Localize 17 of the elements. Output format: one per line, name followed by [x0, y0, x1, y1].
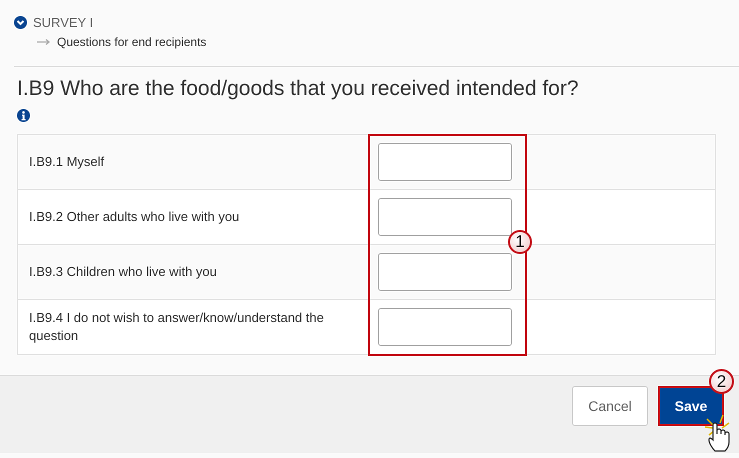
- row-label: I.B9.3 Children who live with you: [28, 263, 218, 281]
- info-icon[interactable]: [17, 109, 30, 122]
- section-title: SURVEY I: [33, 14, 94, 30]
- callout-badge: 2: [709, 369, 734, 394]
- input-field[interactable]: [378, 308, 512, 346]
- chevron-icon[interactable]: [14, 16, 27, 28]
- save-button[interactable]: Save: [658, 386, 724, 426]
- row-label: I.B9.4 I do not wish to answer/know/understand the question: [28, 309, 325, 345]
- row-label: I.B9.2 Other adults who live with you: [28, 208, 240, 226]
- arrow-icon: [37, 39, 51, 45]
- cancel-button[interactable]: Cancel: [572, 386, 648, 426]
- input-field[interactable]: [378, 143, 512, 181]
- input-field[interactable]: [378, 253, 512, 291]
- input-field[interactable]: [378, 198, 512, 236]
- subsection-title: Questions for end recipients: [57, 35, 206, 49]
- row-label: I.B9.1 Myself: [28, 153, 106, 171]
- question-title: I.B9 Who are the food/goods that you received intended for?: [17, 76, 580, 102]
